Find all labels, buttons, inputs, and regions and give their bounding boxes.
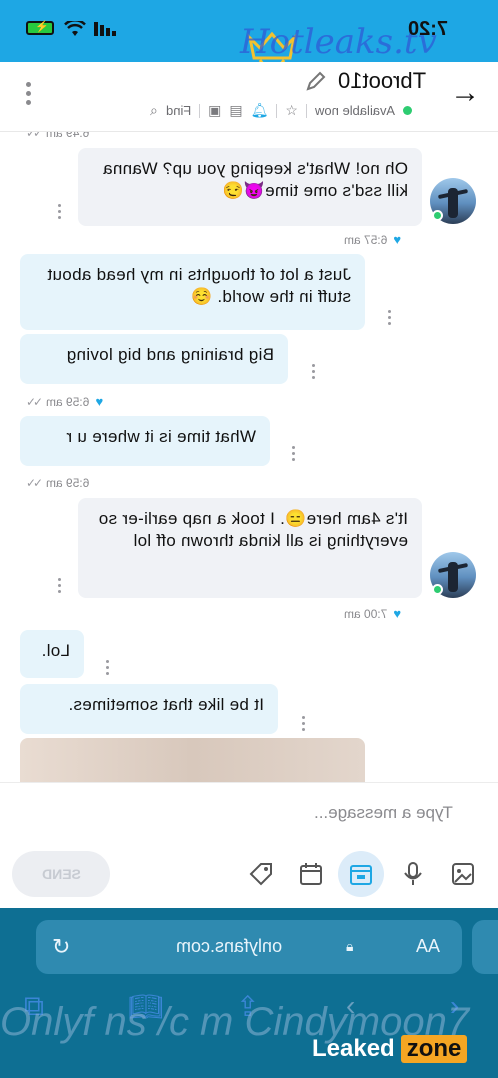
microphone-icon[interactable]	[394, 855, 432, 893]
find-search-icon[interactable]: ⌕	[150, 102, 158, 119]
message-bubble[interactable]: Just a lot of thoughts in my head about …	[20, 254, 365, 330]
vault-icon[interactable]	[338, 851, 384, 897]
heart-icon[interactable]: ♥	[393, 606, 401, 621]
online-status-dot	[432, 584, 443, 595]
message-meta: ✓✓ 6:59 am	[26, 476, 90, 490]
divider	[199, 103, 201, 118]
media-attachment[interactable]	[20, 738, 365, 782]
wifi-icon	[64, 21, 86, 36]
message-list[interactable]: ✓✓ 6:49 am Oh no! What's keeping you up?…	[0, 132, 498, 782]
status-bar: ⚡ Hotleaks.tv 7:20	[0, 0, 498, 71]
message-bubble[interactable]: Oh no! What's keeping you up? Wanna kill…	[78, 148, 422, 226]
watermark-badge: Leaked zone	[306, 1032, 468, 1066]
message-options-icon[interactable]	[56, 578, 62, 596]
battery-icon: ⚡	[26, 21, 54, 35]
message-bubble[interactable]: Big braining and big loving	[20, 334, 288, 384]
next-tab-preview[interactable]	[472, 920, 498, 974]
heart-icon[interactable]: ♥	[393, 232, 401, 247]
signal-icon	[94, 20, 116, 36]
message-meta: 7:00 am ♥	[344, 606, 402, 621]
bell-icon[interactable]: 🔔︎	[251, 102, 269, 119]
message-options-icon[interactable]	[56, 204, 62, 222]
message-options-icon[interactable]	[386, 310, 392, 328]
chat-header: Tbroot10 ← ⌕ Find ▣ ▤ 🔔︎ ☆ Available now	[0, 62, 498, 132]
read-ticks-icon: ✓✓	[26, 132, 43, 140]
divider	[276, 103, 278, 118]
message-bubble[interactable]: Lol.	[20, 630, 84, 678]
message-options-icon[interactable]	[300, 716, 306, 734]
message-meta: ✓✓ 6:49 am	[26, 132, 89, 140]
send-button[interactable]: SEND	[12, 851, 110, 897]
find-label[interactable]: Find	[166, 103, 191, 118]
notes-icon[interactable]: ▤	[229, 102, 242, 119]
message-composer: Type a message... SEND	[0, 782, 498, 908]
message-meta: 6:57 am ♥	[344, 232, 402, 247]
heart-icon[interactable]: ♥	[95, 394, 103, 409]
schedule-calendar-icon[interactable]	[292, 855, 330, 893]
status-icons: ⚡	[26, 20, 116, 36]
address-bar[interactable]: ↻ onlyfans.com 🔒︎ AA	[36, 920, 462, 974]
edit-name-icon[interactable]	[305, 70, 327, 92]
message-options-icon[interactable]	[104, 660, 110, 678]
message-options-icon[interactable]	[290, 446, 296, 464]
back-arrow-icon[interactable]: ←	[450, 76, 480, 110]
message-bubble[interactable]: It's 4am here😑. I took a nap earli-er so…	[78, 498, 422, 598]
reload-icon[interactable]: ↻	[52, 934, 70, 960]
price-tag-icon[interactable]	[242, 855, 280, 893]
page-title: Tbroot10	[338, 68, 427, 93]
message-options-icon[interactable]	[310, 364, 316, 382]
availability-status: Available now	[314, 103, 395, 118]
read-ticks-icon: ✓✓	[26, 476, 43, 490]
chat-subbar: ⌕ Find ▣ ▤ 🔔︎ ☆ Available now	[150, 102, 412, 119]
read-ticks-icon: ✓✓	[26, 394, 43, 409]
image-upload-icon[interactable]	[444, 855, 482, 893]
message-meta: ✓✓ 6:59 am ♥	[26, 394, 104, 409]
url-text: onlyfans.com	[176, 936, 283, 956]
image-gallery-icon[interactable]: ▣	[208, 102, 221, 119]
star-icon[interactable]: ☆	[285, 102, 298, 119]
reader-aa-button[interactable]: AA	[416, 936, 440, 957]
more-options-icon[interactable]	[24, 82, 32, 110]
lock-icon: 🔒︎	[346, 938, 354, 954]
message-bubble[interactable]: What time is it where u r	[20, 416, 270, 466]
online-status-dot	[402, 106, 412, 115]
message-input[interactable]: Type a message...	[314, 803, 453, 823]
divider	[305, 103, 307, 118]
clock: 7:20	[408, 18, 449, 40]
online-status-dot	[432, 210, 443, 221]
message-bubble[interactable]: It be like that sometimes.	[20, 684, 278, 734]
